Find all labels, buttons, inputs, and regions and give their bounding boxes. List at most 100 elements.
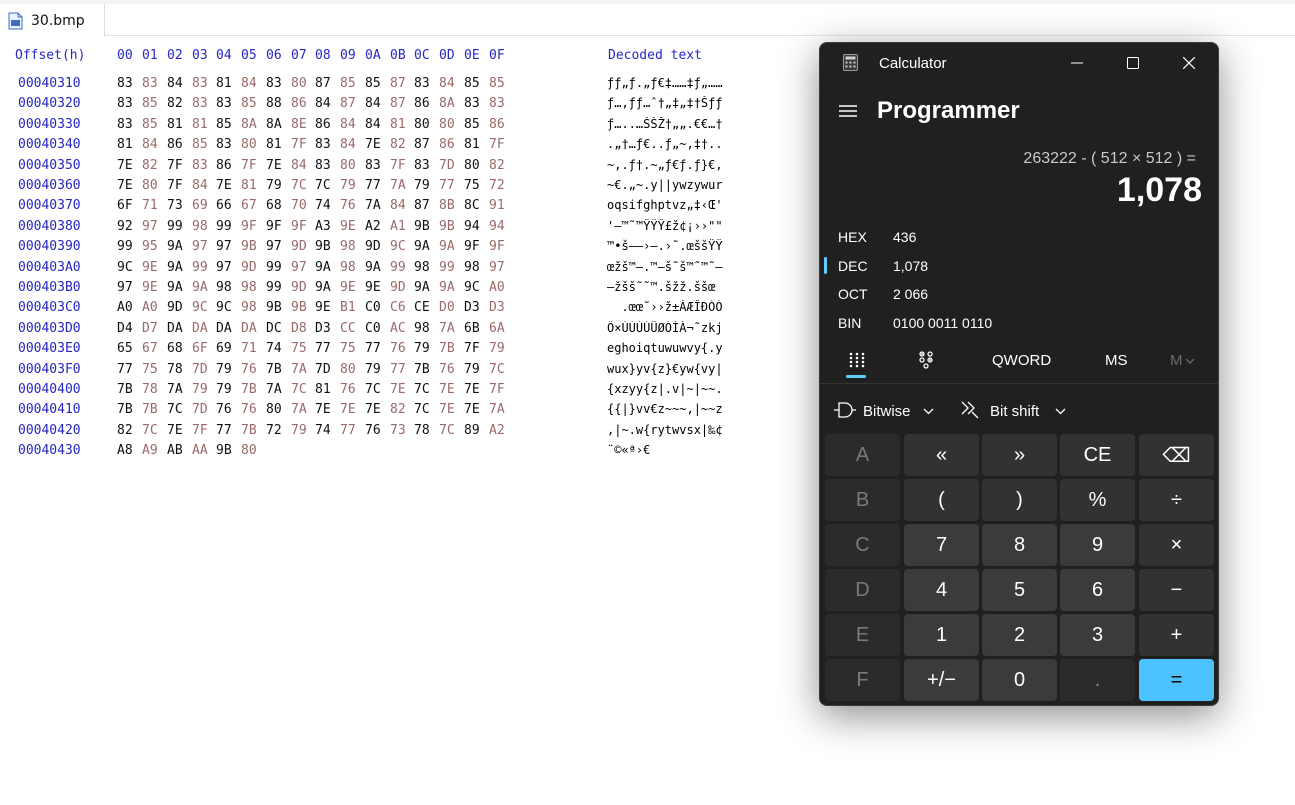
- full-keypad-tab[interactable]: [846, 343, 868, 379]
- hex-byte[interactable]: 78: [167, 362, 191, 377]
- hex-byte[interactable]: 84: [167, 76, 191, 91]
- hex-byte[interactable]: 98: [192, 219, 216, 234]
- hex-byte[interactable]: 9A: [414, 239, 438, 254]
- hex-byte[interactable]: 9A: [167, 280, 191, 295]
- hex-byte[interactable]: 82: [142, 158, 166, 173]
- digit-9-button[interactable]: 9: [1060, 524, 1135, 566]
- hex-byte[interactable]: 6B: [464, 321, 488, 336]
- hex-byte[interactable]: 7F: [167, 158, 191, 173]
- hex-byte[interactable]: CE: [414, 300, 438, 315]
- hex-byte[interactable]: 80: [340, 158, 364, 173]
- hex-byte[interactable]: 81: [266, 137, 290, 152]
- hex-byte[interactable]: 9E: [365, 280, 389, 295]
- hex-byte[interactable]: 83: [117, 117, 141, 132]
- hex-byte[interactable]: DA: [241, 321, 265, 336]
- hex-byte[interactable]: 7E: [464, 382, 488, 397]
- divide-button[interactable]: ÷: [1139, 479, 1214, 521]
- hex-byte[interactable]: 81: [192, 117, 216, 132]
- subtract-button[interactable]: −: [1139, 569, 1214, 611]
- hex-byte[interactable]: 97: [266, 239, 290, 254]
- hex-byte[interactable]: 79: [216, 382, 240, 397]
- hex-byte[interactable]: 81: [241, 178, 265, 193]
- key-d[interactable]: D: [825, 569, 900, 611]
- hex-byte[interactable]: 8A: [266, 117, 290, 132]
- hex-byte[interactable]: 7F: [241, 158, 265, 173]
- key-a[interactable]: A: [825, 434, 900, 476]
- hex-byte[interactable]: 66: [216, 198, 240, 213]
- hex-byte[interactable]: 7B: [117, 382, 141, 397]
- hex-byte[interactable]: 86: [414, 96, 438, 111]
- radix-dec-row[interactable]: DEC 1,078: [820, 252, 1218, 280]
- hex-byte[interactable]: 85: [192, 137, 216, 152]
- hex-byte[interactable]: 7C: [291, 178, 315, 193]
- hex-byte[interactable]: 97: [192, 239, 216, 254]
- hex-byte[interactable]: 9A: [315, 280, 339, 295]
- hex-byte[interactable]: 85: [216, 117, 240, 132]
- hex-byte[interactable]: 7E: [167, 423, 191, 438]
- hex-byte[interactable]: C0: [365, 300, 389, 315]
- hex-byte[interactable]: 7A: [291, 402, 315, 417]
- hex-byte[interactable]: D4: [117, 321, 141, 336]
- hex-byte[interactable]: 98: [340, 239, 364, 254]
- hex-byte[interactable]: 83: [142, 76, 166, 91]
- hex-byte[interactable]: 77: [117, 362, 141, 377]
- hex-byte[interactable]: 99: [266, 280, 290, 295]
- decoded-text[interactable]: —žšš˜˜™.šžž.ššœ: [607, 280, 777, 294]
- hex-byte[interactable]: 99: [216, 219, 240, 234]
- hex-byte[interactable]: A2: [489, 423, 513, 438]
- hex-byte[interactable]: 7A: [291, 362, 315, 377]
- hex-byte[interactable]: 7E: [216, 178, 240, 193]
- hex-byte[interactable]: 97: [291, 260, 315, 275]
- hex-byte[interactable]: 67: [142, 341, 166, 356]
- hex-byte[interactable]: 79: [340, 178, 364, 193]
- hex-byte[interactable]: 8A: [241, 117, 265, 132]
- hex-byte[interactable]: 74: [315, 423, 339, 438]
- hex-byte[interactable]: 87: [315, 76, 339, 91]
- hex-byte[interactable]: 98: [414, 321, 438, 336]
- hex-byte[interactable]: 98: [241, 280, 265, 295]
- hex-byte[interactable]: 95: [142, 239, 166, 254]
- hex-byte[interactable]: 7E: [390, 382, 414, 397]
- hex-byte[interactable]: 77: [365, 178, 389, 193]
- clear-entry-button[interactable]: CE: [1060, 434, 1135, 476]
- decoded-text[interactable]: ~‚.ƒ†.~„ƒ€ƒ.ƒ}€‚: [607, 158, 777, 172]
- hex-byte[interactable]: 85: [142, 117, 166, 132]
- hex-byte[interactable]: 84: [365, 96, 389, 111]
- hex-byte[interactable]: 79: [489, 341, 513, 356]
- hex-byte[interactable]: 69: [192, 198, 216, 213]
- hex-byte[interactable]: C6: [390, 300, 414, 315]
- hex-byte[interactable]: 7B: [241, 423, 265, 438]
- hex-byte[interactable]: 79: [192, 382, 216, 397]
- hex-byte[interactable]: 83: [464, 96, 488, 111]
- hex-byte[interactable]: 76: [439, 362, 463, 377]
- hex-byte[interactable]: 9A: [439, 280, 463, 295]
- hex-byte[interactable]: DA: [192, 321, 216, 336]
- hex-byte[interactable]: 80: [241, 443, 265, 458]
- hex-byte[interactable]: 91: [489, 198, 513, 213]
- hex-byte[interactable]: 80: [142, 178, 166, 193]
- hex-byte[interactable]: 85: [142, 96, 166, 111]
- hex-byte[interactable]: 73: [390, 423, 414, 438]
- hex-byte[interactable]: 98: [340, 260, 364, 275]
- decoded-text[interactable]: .œœ˜››ž±ÀÆÎÐÓÓ: [607, 300, 777, 314]
- hex-byte[interactable]: 84: [340, 137, 364, 152]
- hex-byte[interactable]: 84: [192, 178, 216, 193]
- hex-byte[interactable]: 88: [266, 96, 290, 111]
- key-c[interactable]: C: [825, 524, 900, 566]
- hex-byte[interactable]: 7A: [365, 198, 389, 213]
- decoded-text[interactable]: '—™˜™ŸŸŸ£ž¢¡››"": [607, 219, 777, 233]
- hex-byte[interactable]: 7C: [142, 423, 166, 438]
- hex-byte[interactable]: 7F: [489, 137, 513, 152]
- hex-byte[interactable]: 9F: [489, 239, 513, 254]
- hex-byte[interactable]: 7E: [315, 402, 339, 417]
- hex-byte[interactable]: 7E: [117, 158, 141, 173]
- hex-byte[interactable]: D3: [489, 300, 513, 315]
- hex-byte[interactable]: 83: [489, 96, 513, 111]
- hex-byte[interactable]: DA: [216, 321, 240, 336]
- hex-byte[interactable]: 85: [489, 76, 513, 91]
- negate-button[interactable]: +/−: [904, 659, 979, 701]
- hex-byte[interactable]: D7: [142, 321, 166, 336]
- hex-byte[interactable]: 7C: [439, 423, 463, 438]
- hex-byte[interactable]: 6A: [489, 321, 513, 336]
- hex-byte[interactable]: 83: [414, 76, 438, 91]
